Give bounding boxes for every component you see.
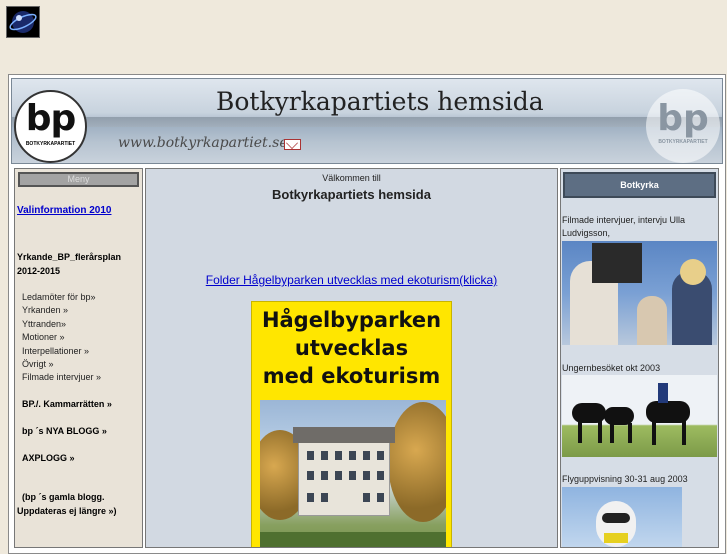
caption-ungern: Ungernbesöket okt 2003 [562,363,661,373]
nya-blogg-link[interactable]: bp ´s NYA BLOGG » [22,426,107,436]
axplogg-link[interactable]: AXPLOGG » [22,453,75,463]
kammarratten-link[interactable]: BP./. Kammarrätten » [22,399,112,409]
airshow-photo[interactable] [562,487,682,547]
browser-logo-icon [6,6,40,38]
left-menu: Meny Valinformation 2010 Yrkande_BP_fler… [14,168,143,548]
lawn [260,532,446,547]
banner-title: Botkyrkapartiets hemsida [216,87,544,116]
banner-shoreline [12,117,722,127]
menu-item-filmade-intervjuer[interactable]: Filmade intervjuer » [22,372,101,382]
menu-item-yttranden[interactable]: Yttranden» [22,319,66,329]
right-column: Botkyrka Filmade intervjuer, intervju Ul… [560,168,719,548]
menu-item-interpellationer[interactable]: Interpellationer » [22,346,89,356]
poster-title: Hågelbyparken utvecklas med ekoturism [261,308,442,388]
horses-photo[interactable] [562,375,717,457]
manor-photo [260,400,446,547]
menu-item-yrkanden[interactable]: Yrkanden » [22,305,68,315]
tree-right [388,402,446,522]
folder-poster-image[interactable]: Hågelbyparken utvecklas med ekoturism [251,301,452,547]
mail-icon[interactable] [284,139,301,150]
folder-link[interactable]: Folder Hågelbyparken utvecklas med ekotu… [146,273,557,287]
manor-house [293,427,395,516]
welcome-text: Välkommen till [322,173,381,183]
caption-intervjuer: Filmade intervjuer, intervju Ulla Ludvig… [562,215,686,238]
main-content: Välkommen till Botkyrkapartiets hemsida … [145,168,558,548]
menu-item-ledamoter[interactable]: Ledamöter för bp» [22,292,96,302]
gamla-blogg-link-line1[interactable]: (bp ´s gamla blogg. [22,492,105,502]
bp-logo[interactable]: bp BOTKYRKAPARTIET [14,90,87,163]
menu-item-ovrigt[interactable]: Övrigt » [22,359,54,369]
interview-photo[interactable] [562,241,717,345]
page-title: Botkyrkapartiets hemsida [272,187,431,202]
menu-item-motioner[interactable]: Motioner » [22,332,65,342]
site-banner: bp BOTKYRKAPARTIET Botkyrkapartiets hems… [11,78,723,164]
botkyrka-button[interactable]: Botkyrka [563,172,716,198]
bp-logo-watermark: bp BOTKYRKAPARTIET [646,89,720,163]
caption-flyguppvisning: Flyguppvisning 30-31 aug 2003 [562,474,688,484]
yrkande-link-line1[interactable]: Yrkande_BP_flerårsplan [17,252,121,262]
yrkande-link-line2[interactable]: 2012-2015 [17,266,60,276]
meny-button[interactable]: Meny [18,172,139,187]
banner-url[interactable]: www.botkyrkapartiet.se [118,135,288,151]
valinformation-link[interactable]: Valinformation 2010 [17,205,111,216]
gamla-blogg-link-line2[interactable]: Uppdateras ej längre ») [17,506,117,516]
